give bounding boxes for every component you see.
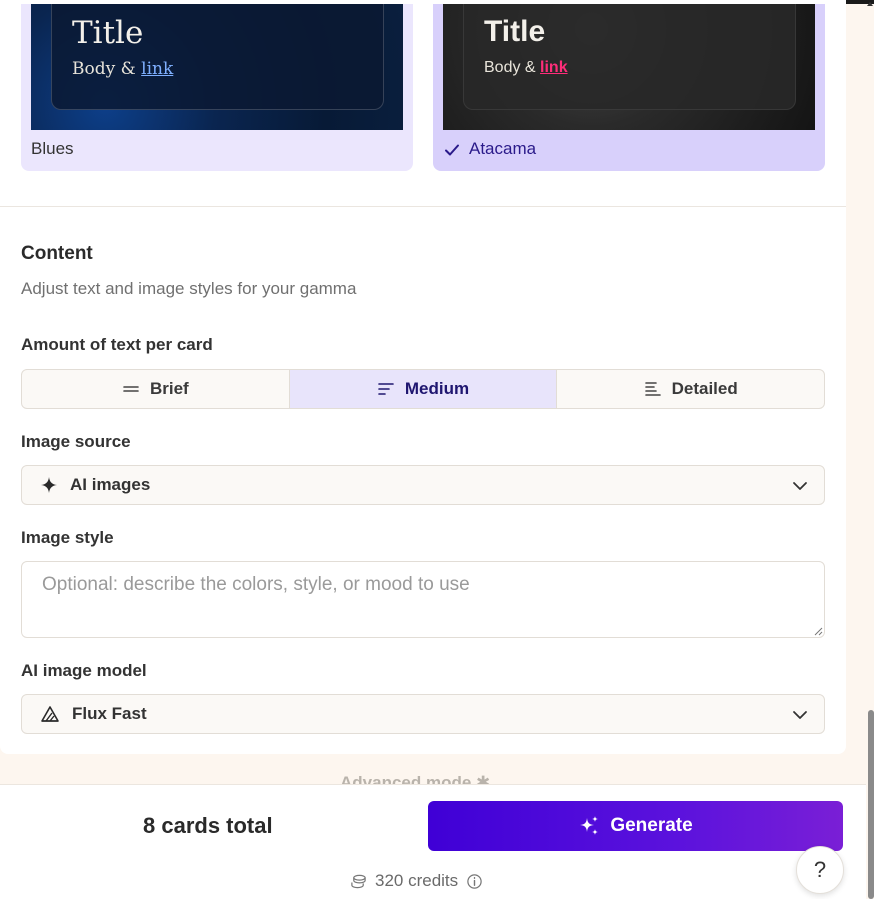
text-amount-selector: Brief Medium Detailed (21, 369, 825, 409)
detailed-label: Detailed (671, 379, 738, 398)
cards-total: 8 cards total (143, 813, 273, 838)
theme-name: Atacama (469, 139, 537, 158)
preview-link: link (540, 59, 568, 76)
image-source-value: AI images (70, 475, 151, 494)
image-source-label: Image source (21, 432, 131, 451)
resize-handle-icon[interactable] (814, 627, 823, 636)
credits-label: 320 credits (375, 871, 459, 890)
generate-button[interactable]: Generate (428, 801, 843, 851)
text-amount-label: Amount of text per card (21, 335, 213, 354)
theme-preview-blues: Title Body & link (31, 4, 403, 130)
image-style-input[interactable] (21, 561, 825, 638)
credits-display: 320 credits (350, 871, 483, 891)
brief-label: Brief (149, 379, 189, 398)
coins-icon (351, 874, 366, 888)
check-icon (445, 144, 459, 156)
image-model-select[interactable]: Flux Fast (21, 694, 825, 734)
image-model-label: AI image model (21, 661, 147, 680)
scrollbar[interactable] (868, 710, 874, 899)
chevron-down-icon (793, 711, 807, 719)
text-amount-brief-button[interactable]: Brief (22, 370, 290, 408)
image-model-value: Flux Fast (72, 704, 147, 723)
theme-preview-atacama: Title Body & link (443, 4, 815, 130)
preview-card: Title Body & link (463, 4, 796, 110)
medium-icon (378, 383, 394, 395)
detailed-icon (644, 382, 661, 396)
preview-title: Title (72, 15, 144, 51)
help-icon: ? (813, 857, 827, 882)
preview-body: Body & link (484, 59, 568, 76)
preview-body: Body & link (72, 59, 174, 79)
theme-card-blues[interactable]: Title Body & link Blues (21, 4, 413, 171)
theme-name: Blues (31, 139, 74, 158)
chevron-down-icon (793, 482, 807, 490)
text-amount-medium-button[interactable]: Medium (289, 370, 558, 408)
sparkle-icon (41, 477, 57, 493)
theme-card-atacama[interactable]: Title Body & link Atacama (433, 4, 825, 171)
settings-panel: Title Body & link Blues Title Body & lin… (0, 0, 846, 754)
divider (0, 206, 846, 207)
medium-label: Medium (404, 379, 470, 398)
info-icon[interactable] (466, 873, 483, 890)
scroll-up-arrow-icon[interactable] (866, 0, 874, 8)
sparkles-icon (580, 816, 599, 835)
image-style-label: Image style (21, 528, 114, 547)
flux-icon (41, 706, 59, 722)
preview-title: Title (484, 15, 546, 48)
content-section-title: Content (21, 243, 93, 264)
footer-bar: 8 cards total Generate 320 credits (0, 784, 866, 899)
content-section-subtitle: Adjust text and image styles for your ga… (21, 279, 357, 298)
text-amount-detailed-button[interactable]: Detailed (557, 370, 824, 408)
generate-label: Generate (610, 815, 693, 836)
brief-icon (123, 386, 139, 392)
preview-link: link (141, 59, 174, 79)
image-source-select[interactable]: AI images (21, 465, 825, 505)
preview-card: Title Body & link (51, 4, 384, 110)
help-button[interactable]: ? (796, 846, 844, 894)
